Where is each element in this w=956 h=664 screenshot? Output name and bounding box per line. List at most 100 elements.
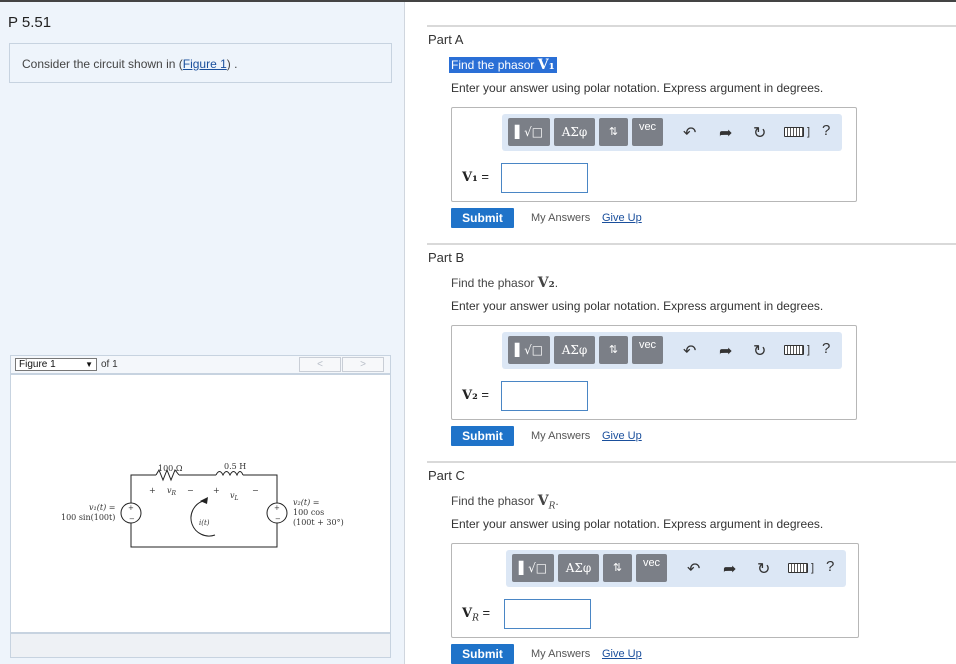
source-v2-plus: + [274,504,280,512]
intro-text: Consider the circuit shown in ( [22,57,183,71]
templates-button[interactable]: ▌√□ [508,336,550,364]
variable-label: V₁ = [462,169,489,185]
figure-footer [10,633,391,658]
page: P 5.51 Consider the circuit shown in (Fi… [0,0,956,664]
source-v2-minus: − [275,515,281,523]
answer-box: ▌√□ AΣφ ⇅ vec ↶ ➦ ↻ ] ? V₂ = [451,325,857,420]
templates-button[interactable]: ▌√□ [508,118,550,146]
units-button[interactable]: ⇅ [603,554,632,582]
help-icon[interactable]: ? [822,340,830,357]
answer-box: ▌√□ AΣφ ⇅ vec ↶ ➦ ↻ ] ? VR = [451,543,859,638]
units-button[interactable]: ⇅ [599,118,628,146]
problem-title: P 5.51 [8,14,52,31]
problem-pane: P 5.51 Consider the circuit shown in (Fi… [0,2,405,664]
templates-button[interactable]: ▌√□ [512,554,554,582]
part-question: Find the phasor V₂. [451,275,559,291]
problem-intro: Consider the circuit shown in (Figure 1)… [9,43,392,83]
figure-next-button[interactable]: > [342,357,384,372]
keyboard-icon[interactable]: ] [788,562,814,574]
part-title: Part C [428,468,465,483]
vector-button[interactable]: vec [632,118,663,146]
answer-pane: Part A Find the phasor V₁ Enter your ans… [406,2,956,664]
part-instruction: Enter your answer using polar notation. … [451,517,824,531]
figure-link[interactable]: Figure 1 [183,57,227,71]
label-minus-r: − [187,486,194,495]
variable-label: V₂ = [462,387,489,403]
intro-text-end: ) . [226,57,238,71]
keyboard-icon[interactable]: ] [784,126,810,138]
part-actions: Submit My Answers Give Up [451,426,751,446]
figure-select-value: Figure 1 [19,359,56,370]
figure-canvas: 100 Ω 0.5 H + vR − + vL − + − + − v₁(t) … [10,374,391,633]
undo-icon[interactable]: ↶ [683,123,696,143]
math-toolbar: ▌√□ AΣφ ⇅ vec ↶ ➦ ↻ ] ? [502,114,842,151]
undo-icon[interactable]: ↶ [683,341,696,361]
label-vl: vL [230,491,239,502]
part-instruction: Enter your answer using polar notation. … [451,299,824,313]
help-icon[interactable]: ? [822,122,830,139]
give-up-link[interactable]: Give Up [602,212,642,224]
give-up-link[interactable]: Give Up [602,648,642,660]
symbols-button[interactable]: AΣφ [554,118,595,146]
math-toolbar: ▌√□ AΣφ ⇅ vec ↶ ➦ ↻ ] ? [502,332,842,369]
redo-icon[interactable]: ➦ [723,559,736,579]
my-answers-link[interactable]: My Answers [531,430,590,442]
vector-button[interactable]: vec [636,554,667,582]
label-v2-c: (100t + 30°) [293,518,344,527]
label-vr: vR [167,486,177,497]
figure-select[interactable]: Figure 1 ▼ [15,358,97,371]
undo-icon[interactable]: ↶ [687,559,700,579]
part-question: Find the phasor VR. [451,493,559,512]
answer-box: ▌√□ AΣφ ⇅ vec ↶ ➦ ↻ ] ? V₁ = [451,107,857,202]
answer-input[interactable] [501,381,588,411]
my-answers-link[interactable]: My Answers [531,648,590,660]
label-minus-l: − [252,486,259,495]
part-a: Part A Find the phasor V₁ Enter your ans… [427,25,956,228]
vector-button[interactable]: vec [632,336,663,364]
reset-icon[interactable]: ↻ [753,341,766,361]
submit-button[interactable]: Submit [451,208,514,228]
keyboard-icon[interactable]: ] [784,344,810,356]
math-toolbar: ▌√□ AΣφ ⇅ vec ↶ ➦ ↻ ] ? [506,550,846,587]
part-title: Part A [428,32,464,47]
answer-input[interactable] [504,599,591,629]
my-answers-link[interactable]: My Answers [531,212,590,224]
figure-count: of 1 [101,359,118,370]
figure-toolbar: Figure 1 ▼ of 1 < > [10,355,391,374]
part-title: Part B [428,250,465,265]
reset-icon[interactable]: ↻ [753,123,766,143]
redo-icon[interactable]: ➦ [719,123,732,143]
source-v1-plus: + [128,504,134,512]
part-b: Part B Find the phasor V₂. Enter your an… [427,243,956,446]
redo-icon[interactable]: ➦ [719,341,732,361]
part-actions: Submit My Answers Give Up [451,644,751,664]
label-it: i(t) [199,519,210,527]
part-c: Part C Find the phasor VR. Enter your an… [427,461,956,664]
label-l: 0.5 H [224,462,246,471]
source-v1-minus: − [129,515,135,523]
part-instruction: Enter your answer using polar notation. … [451,81,824,95]
circuit-diagram: 100 Ω 0.5 H + vR − + vL − + − + − v₁(t) … [61,462,344,548]
part-actions: Submit My Answers Give Up [451,208,751,228]
inductor [215,471,244,477]
label-v2-b: 100 cos [293,508,324,517]
figure-prev-button[interactable]: < [299,357,341,372]
answer-input[interactable] [501,163,588,193]
symbols-button[interactable]: AΣφ [558,554,599,582]
symbols-button[interactable]: AΣφ [554,336,595,364]
submit-button[interactable]: Submit [451,644,514,664]
label-plus-r: + [149,486,156,495]
give-up-link[interactable]: Give Up [602,430,642,442]
label-v2-a: v₂(t) = [293,498,319,507]
dropdown-arrow-icon: ▼ [85,360,93,369]
units-button[interactable]: ⇅ [599,336,628,364]
reset-icon[interactable]: ↻ [757,559,770,579]
label-plus-l: + [213,486,220,495]
current-arrowhead [200,497,208,504]
variable-label: VR = [462,605,491,624]
submit-button[interactable]: Submit [451,426,514,446]
part-question: Find the phasor V₁ [449,57,557,73]
label-v1-b: 100 sin(100t) [61,513,115,522]
label-r: 100 Ω [158,464,183,473]
help-icon[interactable]: ? [826,558,834,575]
